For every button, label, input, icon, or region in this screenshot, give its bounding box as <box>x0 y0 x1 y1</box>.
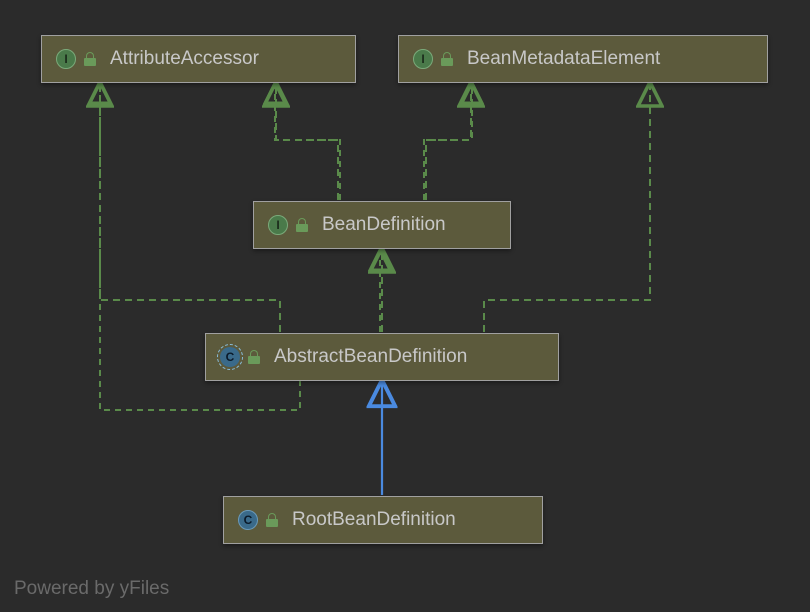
node-label: BeanDefinition <box>322 214 446 236</box>
node-label: AbstractBeanDefinition <box>274 346 467 368</box>
node-label: AttributeAccessor <box>110 48 259 70</box>
lock-icon <box>441 52 453 66</box>
interface-icon: I <box>56 49 76 69</box>
lock-icon <box>266 513 278 527</box>
interface-icon: I <box>268 215 288 235</box>
node-attribute-accessor[interactable]: I AttributeAccessor <box>41 35 356 83</box>
lock-icon <box>248 350 260 364</box>
lock-icon <box>296 218 308 232</box>
node-bean-definition[interactable]: I BeanDefinition <box>253 201 511 249</box>
abstract-class-icon: C <box>220 347 240 367</box>
class-icon: C <box>238 510 258 530</box>
node-abstract-bean-definition[interactable]: C AbstractBeanDefinition <box>205 333 559 381</box>
node-bean-metadata-element[interactable]: I BeanMetadataElement <box>398 35 768 83</box>
node-root-bean-definition[interactable]: C RootBeanDefinition <box>223 496 543 544</box>
lock-icon <box>84 52 96 66</box>
interface-icon: I <box>413 49 433 69</box>
node-label: RootBeanDefinition <box>292 509 456 531</box>
powered-by-label: Powered by yFiles <box>14 578 169 600</box>
node-label: BeanMetadataElement <box>467 48 660 70</box>
